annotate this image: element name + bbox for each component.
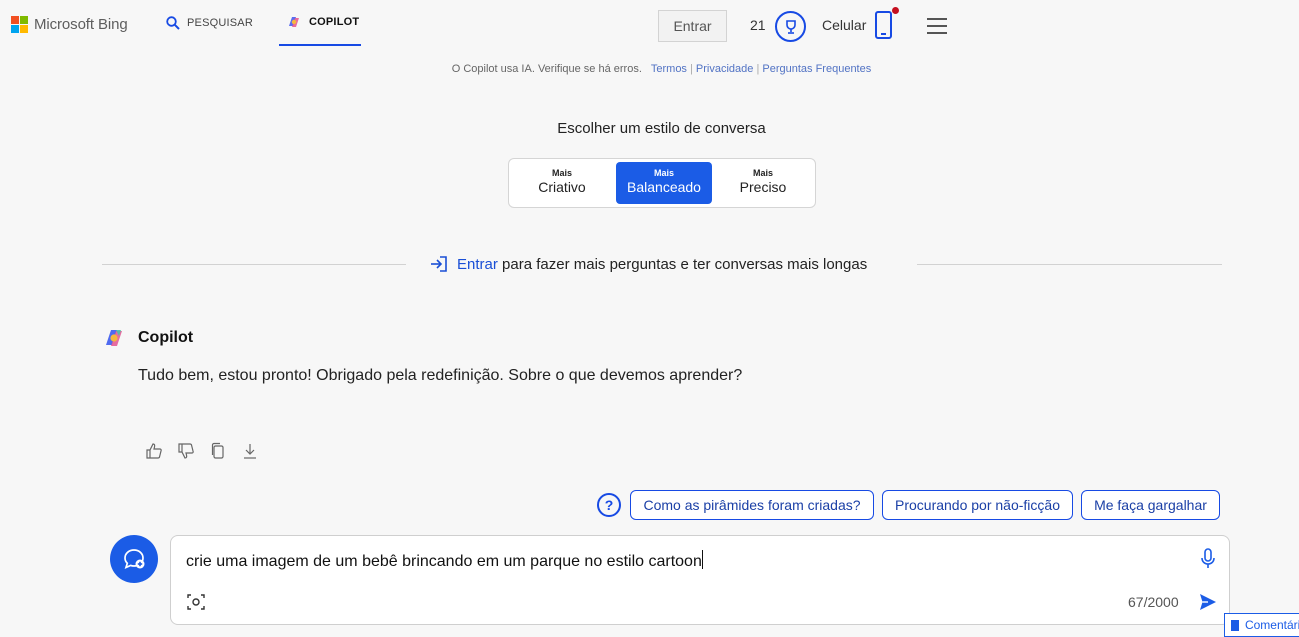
- notification-dot: [892, 7, 899, 14]
- message-text: Tudo bem, estou pronto! Obrigado pela re…: [138, 367, 743, 384]
- tab-pesquisar-label: PESQUISAR: [187, 17, 253, 29]
- signin-text: para fazer mais perguntas e ter conversa…: [502, 255, 868, 273]
- chat-input[interactable]: crie uma imagem de um bebê brincando em …: [186, 550, 703, 571]
- thumbs-down-icon[interactable]: [177, 442, 195, 460]
- copilot-icon: [289, 17, 299, 27]
- new-chat-icon: [124, 549, 145, 570]
- signin-arrow-icon: [431, 256, 447, 272]
- help-icon[interactable]: ?: [597, 493, 621, 517]
- terms-link[interactable]: Termos: [651, 63, 687, 75]
- disclaimer: O Copilot usa IA. Verifique se há erros.…: [451, 63, 872, 75]
- suggestion-chip[interactable]: Procurando por não-ficção: [882, 490, 1073, 520]
- header: Microsoft Bing PESQUISAR COPILOT Entrar …: [0, 0, 1299, 52]
- feedback-label: Comentários: [1244, 618, 1299, 632]
- tab-copilot[interactable]: COPILOT: [279, 0, 361, 46]
- logo-text: Microsoft Bing: [34, 16, 128, 33]
- style-picker: Mais Criativo Mais Balanceado Mais Preci…: [508, 158, 816, 208]
- disclaimer-text: O Copilot usa IA. Verifique se há erros.: [451, 63, 642, 75]
- menu-icon[interactable]: [927, 18, 947, 34]
- copy-icon[interactable]: [209, 442, 227, 460]
- mobile-label[interactable]: Celular: [822, 17, 866, 33]
- style-option-creative[interactable]: Mais Criativo: [514, 162, 610, 204]
- style-option-prefix: Mais: [551, 168, 572, 178]
- feedback-button[interactable]: Comentários: [1224, 613, 1299, 637]
- thumbs-up-icon[interactable]: [145, 442, 163, 460]
- style-option-label: Preciso: [739, 179, 787, 195]
- feedback-icon: [1231, 619, 1239, 631]
- style-picker-title: Escolher um estilo de conversa: [557, 120, 766, 137]
- faq-link[interactable]: Perguntas Frequentes: [762, 63, 871, 75]
- chat-composer: crie uma imagem de um bebê brincando em …: [170, 535, 1230, 625]
- search-icon: [166, 16, 180, 30]
- message-author: Copilot: [138, 329, 194, 346]
- privacy-link[interactable]: Privacidade: [696, 63, 753, 75]
- style-option-prefix: Mais: [653, 168, 674, 178]
- style-option-label: Balanceado: [627, 179, 701, 195]
- chat-input-text: crie uma imagem de um bebê brincando em …: [186, 553, 702, 570]
- visual-search-icon[interactable]: [187, 593, 205, 611]
- download-icon[interactable]: [241, 442, 259, 460]
- suggestion-chip[interactable]: Me faça gargalhar: [1081, 490, 1220, 520]
- rewards-trophy-icon[interactable]: [775, 11, 806, 42]
- character-counter: 67/2000: [1128, 594, 1179, 610]
- signin-button[interactable]: Entrar: [658, 10, 727, 42]
- microphone-icon[interactable]: [1199, 548, 1217, 570]
- phone-icon[interactable]: [875, 11, 892, 39]
- bing-logo[interactable]: Microsoft Bing: [11, 16, 128, 33]
- microsoft-logo-icon: [11, 16, 28, 33]
- copilot-avatar-icon: [106, 330, 122, 346]
- divider-left: [102, 264, 406, 265]
- style-option-precise[interactable]: Mais Preciso: [715, 162, 811, 204]
- message-actions: [145, 442, 259, 460]
- divider-right: [917, 264, 1222, 265]
- suggestion-chip[interactable]: Como as pirâmides foram criadas?: [630, 490, 874, 520]
- style-option-prefix: Mais: [752, 168, 773, 178]
- send-icon[interactable]: [1198, 592, 1218, 612]
- signin-prompt: Entrar para fazer mais perguntas e ter c…: [429, 255, 867, 273]
- tab-copilot-label: COPILOT: [309, 16, 360, 28]
- style-option-balanced[interactable]: Mais Balanceado: [616, 162, 712, 204]
- tab-pesquisar[interactable]: PESQUISAR: [166, 0, 253, 46]
- new-topic-button[interactable]: [110, 535, 158, 583]
- signin-link[interactable]: Entrar: [457, 256, 498, 273]
- rewards-points[interactable]: 21: [750, 17, 766, 33]
- style-option-label: Criativo: [538, 179, 586, 195]
